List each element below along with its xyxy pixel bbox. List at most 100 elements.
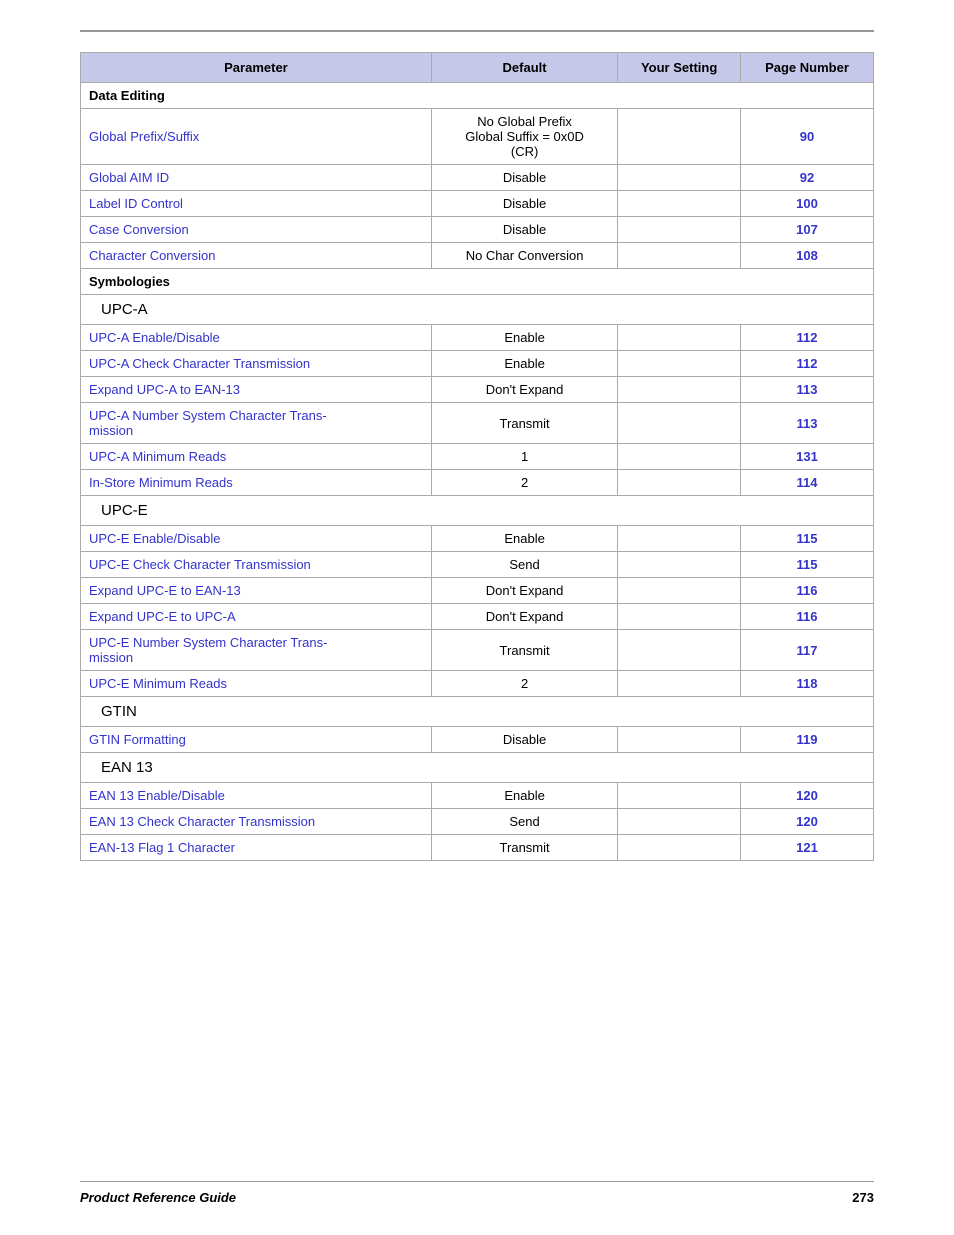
default-cell: Disable <box>431 727 617 753</box>
param-cell[interactable]: GTIN Formatting <box>81 727 432 753</box>
page: Parameter Default Your Setting Page Numb… <box>0 0 954 1235</box>
page-num-cell[interactable]: 100 <box>740 191 873 217</box>
main-table: Parameter Default Your Setting Page Numb… <box>80 52 874 861</box>
page-num-cell[interactable]: 120 <box>740 783 873 809</box>
subsection-label: GTIN <box>81 697 874 727</box>
your-setting-cell <box>618 191 741 217</box>
page-num-cell[interactable]: 90 <box>740 109 873 165</box>
default-cell: Don't Expand <box>431 604 617 630</box>
page-num-cell[interactable]: 92 <box>740 165 873 191</box>
your-setting-cell <box>618 243 741 269</box>
your-setting-cell <box>618 377 741 403</box>
table-row: Case ConversionDisable 107 <box>81 217 874 243</box>
param-cell[interactable]: Case Conversion <box>81 217 432 243</box>
page-num-cell[interactable]: 113 <box>740 403 873 444</box>
table-row: Label ID ControlDisable 100 <box>81 191 874 217</box>
your-setting-cell <box>618 526 741 552</box>
param-cell[interactable]: UPC-A Enable/Disable <box>81 325 432 351</box>
default-cell: Enable <box>431 325 617 351</box>
table-row: Expand UPC-E to EAN-13Don't Expand 116 <box>81 578 874 604</box>
param-cell[interactable]: EAN 13 Enable/Disable <box>81 783 432 809</box>
table-row: GTIN FormattingDisable 119 <box>81 727 874 753</box>
default-cell: Don't Expand <box>431 578 617 604</box>
page-num-cell[interactable]: 107 <box>740 217 873 243</box>
your-setting-cell <box>618 109 741 165</box>
your-setting-cell <box>618 325 741 351</box>
footer-title: Product Reference Guide <box>80 1190 236 1205</box>
param-cell[interactable]: Label ID Control <box>81 191 432 217</box>
param-cell[interactable]: UPC-A Check Character Transmission <box>81 351 432 377</box>
page-num-cell[interactable]: 115 <box>740 526 873 552</box>
param-cell[interactable]: Expand UPC-E to EAN-13 <box>81 578 432 604</box>
table-row: Character ConversionNo Char Conversion10… <box>81 243 874 269</box>
page-num-cell[interactable]: 131 <box>740 444 873 470</box>
page-num-cell[interactable]: 121 <box>740 835 873 861</box>
page-num-cell[interactable]: 108 <box>740 243 873 269</box>
default-cell: Disable <box>431 217 617 243</box>
param-cell[interactable]: UPC-E Minimum Reads <box>81 671 432 697</box>
param-cell[interactable]: UPC-E Check Character Transmission <box>81 552 432 578</box>
col-your-setting: Your Setting <box>618 53 741 83</box>
your-setting-cell <box>618 552 741 578</box>
section-label: Symbologies <box>81 269 874 295</box>
param-cell[interactable]: UPC-E Enable/Disable <box>81 526 432 552</box>
param-cell[interactable]: Global Prefix/Suffix <box>81 109 432 165</box>
page-num-cell[interactable]: 115 <box>740 552 873 578</box>
col-page-number: Page Number <box>740 53 873 83</box>
default-cell: Enable <box>431 351 617 377</box>
section-header-row: Symbologies <box>81 269 874 295</box>
subsection-row: GTIN <box>81 697 874 727</box>
table-row: EAN 13 Enable/DisableEnable120 <box>81 783 874 809</box>
subsection-label: UPC-A <box>81 295 874 325</box>
page-num-cell[interactable]: 112 <box>740 351 873 377</box>
page-num-cell[interactable]: 113 <box>740 377 873 403</box>
param-cell[interactable]: UPC-A Number System Character Trans-miss… <box>81 403 432 444</box>
your-setting-cell <box>618 578 741 604</box>
your-setting-cell <box>618 470 741 496</box>
default-cell: 2 <box>431 671 617 697</box>
table-row: UPC-A Check Character TransmissionEnable… <box>81 351 874 377</box>
col-default: Default <box>431 53 617 83</box>
table-row: UPC-E Number System Character Trans-miss… <box>81 630 874 671</box>
default-cell: Send <box>431 809 617 835</box>
param-cell[interactable]: Expand UPC-E to UPC-A <box>81 604 432 630</box>
table-row: Expand UPC-E to UPC-ADon't Expand 116 <box>81 604 874 630</box>
subsection-label: EAN 13 <box>81 753 874 783</box>
param-cell[interactable]: Global AIM ID <box>81 165 432 191</box>
default-cell: 2 <box>431 470 617 496</box>
param-cell[interactable]: EAN 13 Check Character Transmission <box>81 809 432 835</box>
default-cell: Enable <box>431 526 617 552</box>
default-cell: Disable <box>431 191 617 217</box>
default-cell: No Global PrefixGlobal Suffix = 0x0D(CR) <box>431 109 617 165</box>
table-row: Global AIM IDDisable92 <box>81 165 874 191</box>
page-num-cell[interactable]: 118 <box>740 671 873 697</box>
your-setting-cell <box>618 217 741 243</box>
footer-page: 273 <box>852 1190 874 1205</box>
your-setting-cell <box>618 630 741 671</box>
page-num-cell[interactable]: 120 <box>740 809 873 835</box>
default-cell: Transmit <box>431 403 617 444</box>
page-num-cell[interactable]: 117 <box>740 630 873 671</box>
your-setting-cell <box>618 671 741 697</box>
param-cell[interactable]: UPC-A Minimum Reads <box>81 444 432 470</box>
page-num-cell[interactable]: 116 <box>740 578 873 604</box>
param-cell[interactable]: UPC-E Number System Character Trans-miss… <box>81 630 432 671</box>
param-cell[interactable]: Expand UPC-A to EAN-13 <box>81 377 432 403</box>
param-cell[interactable]: Character Conversion <box>81 243 432 269</box>
default-cell: Transmit <box>431 630 617 671</box>
table-row: UPC-A Minimum Reads1 131 <box>81 444 874 470</box>
page-num-cell[interactable]: 114 <box>740 470 873 496</box>
page-num-cell[interactable]: 112 <box>740 325 873 351</box>
table-row: UPC-A Enable/DisableEnable 112 <box>81 325 874 351</box>
your-setting-cell <box>618 783 741 809</box>
param-cell[interactable]: EAN-13 Flag 1 Character <box>81 835 432 861</box>
page-num-cell[interactable]: 116 <box>740 604 873 630</box>
your-setting-cell <box>618 727 741 753</box>
param-cell[interactable]: In-Store Minimum Reads <box>81 470 432 496</box>
table-row: UPC-E Enable/DisableEnable 115 <box>81 526 874 552</box>
page-num-cell[interactable]: 119 <box>740 727 873 753</box>
subsection-row: EAN 13 <box>81 753 874 783</box>
default-cell: Transmit <box>431 835 617 861</box>
table-row: In-Store Minimum Reads2 114 <box>81 470 874 496</box>
default-cell: 1 <box>431 444 617 470</box>
